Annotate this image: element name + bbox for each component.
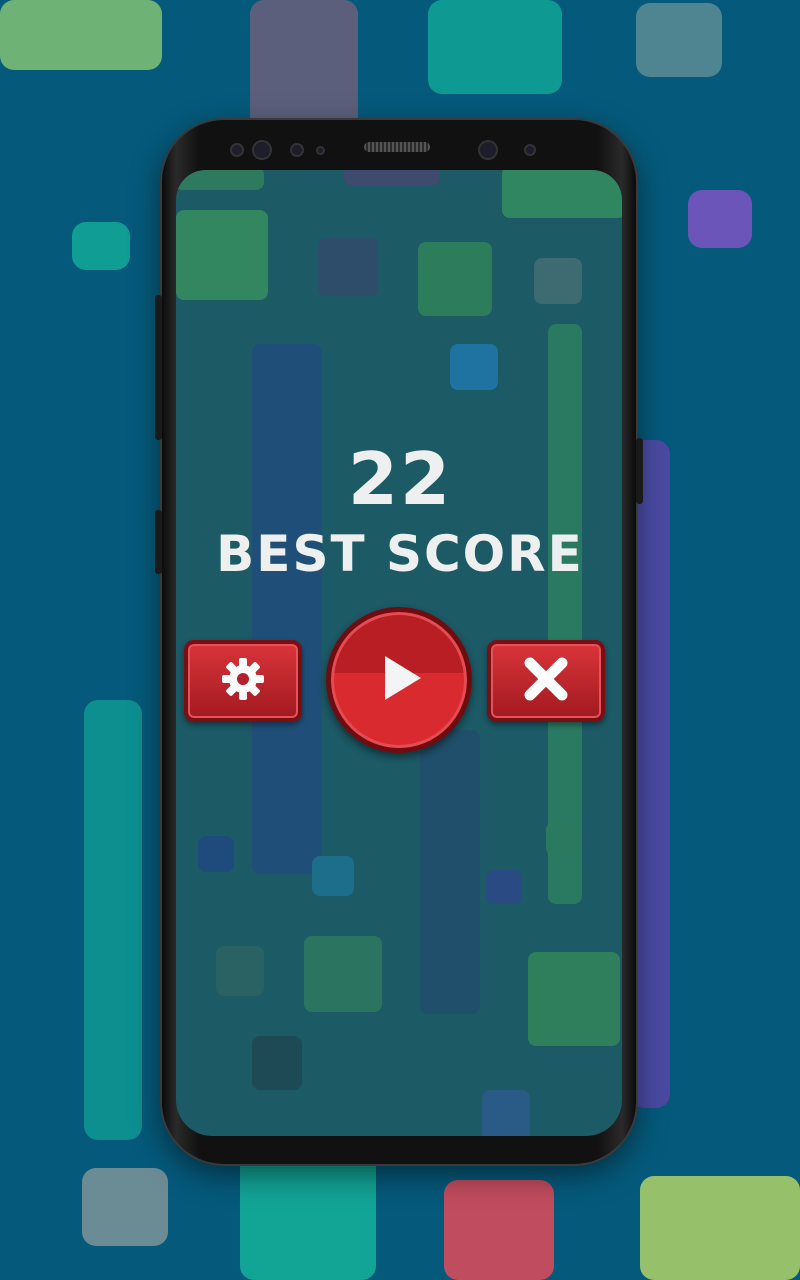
bg-tile [636,3,722,77]
best-score-label: BEST SCORE [216,525,584,583]
phone-side-button [155,295,162,440]
screen-tile [548,324,582,904]
phone-sensor [526,146,534,154]
close-icon [521,654,571,708]
bg-tile [84,700,142,1140]
phone-sensor [292,145,302,155]
screen-tile [546,822,580,856]
screen-tile [252,1036,302,1090]
bg-tile [250,0,358,130]
bg-tile [72,222,130,270]
phone-iris-camera [480,142,496,158]
bg-tile [444,1180,554,1280]
score-value: 22 [347,437,453,521]
bg-tile [640,1176,800,1280]
screen-tile [176,210,268,300]
screen-tile [534,258,582,304]
screen-tile [482,1090,530,1136]
phone-sensor [232,145,242,155]
screen-tile [420,730,480,1014]
screen-tile [304,936,382,1012]
bg-tile [82,1168,168,1246]
screen-tile [528,952,620,1046]
screen-tile [318,238,378,296]
screen-tile [450,344,498,390]
bg-tile [240,1150,376,1280]
screen-tile [486,870,522,904]
settings-button[interactable] [184,640,302,722]
phone-front-camera [254,142,270,158]
screen-tile [216,946,264,996]
screen-tile [252,344,322,874]
phone-sensor [318,148,323,153]
screen-tile [312,856,354,896]
bg-tile [428,0,562,94]
screen-tile [502,170,622,218]
bg-tile [688,190,752,248]
phone-speaker [364,142,430,152]
screen-tile [176,170,264,190]
gear-icon [218,654,268,708]
bg-tile [0,0,162,70]
screen-tile [198,836,234,872]
close-button[interactable] [487,640,605,722]
play-icon [369,648,429,712]
screen-tile [344,170,440,186]
screen-tile [418,242,492,316]
play-button[interactable] [326,607,472,753]
